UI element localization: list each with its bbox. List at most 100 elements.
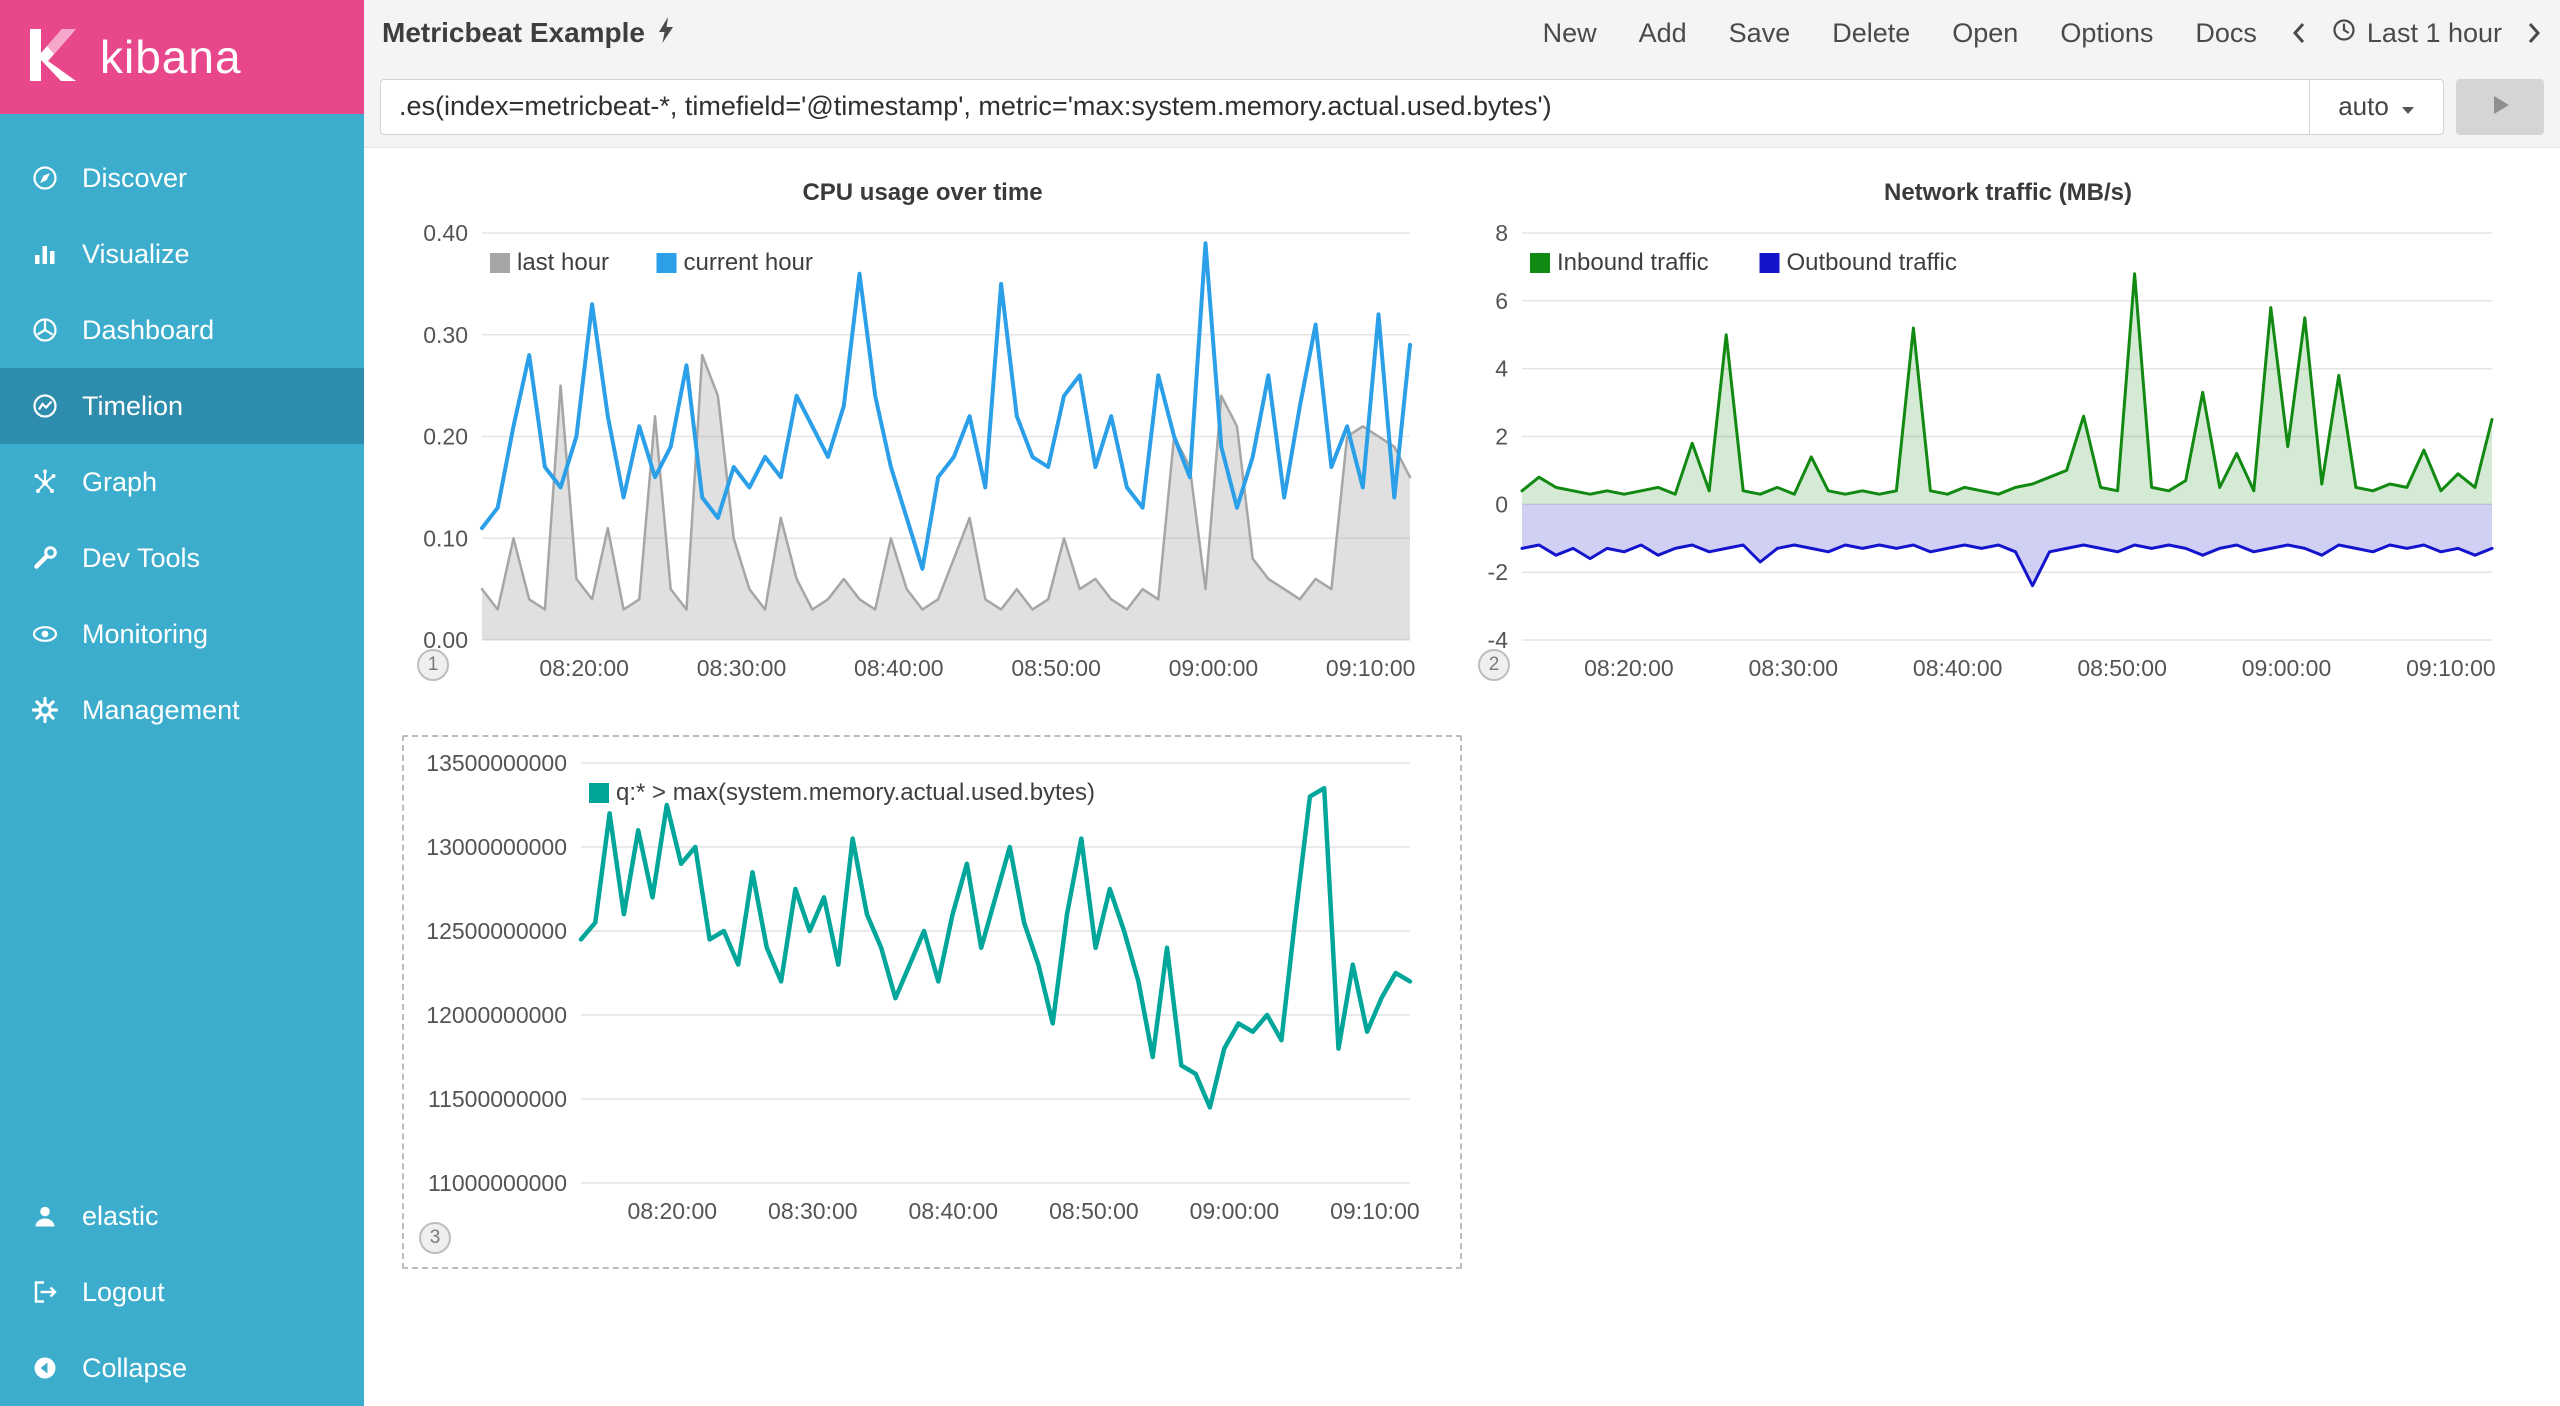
kibana-logo-mark-icon bbox=[14, 19, 86, 96]
svg-text:08:50:00: 08:50:00 bbox=[1049, 1198, 1139, 1224]
svg-text:12500000000: 12500000000 bbox=[426, 918, 567, 944]
memory-chart[interactable]: 11000000000 11500000000 12000000000 1250000… bbox=[408, 743, 1456, 1250]
sidebar-item-label: Timelion bbox=[82, 391, 183, 422]
topbar-menu: New Add Save Delete Open Options Docs bbox=[1543, 18, 2257, 49]
svg-text:6: 6 bbox=[1495, 288, 1508, 314]
run-query-button[interactable] bbox=[2456, 79, 2544, 135]
kibana-app: kibana Discover Visualize Dashboard Timelio… bbox=[0, 0, 2560, 1406]
svg-text:11500000000: 11500000000 bbox=[428, 1086, 567, 1112]
sidebar-item-timelion[interactable]: Timelion bbox=[0, 368, 364, 444]
svg-text:08:30:00: 08:30:00 bbox=[697, 655, 787, 681]
gear-icon bbox=[30, 695, 60, 725]
sidebar-item-user[interactable]: elastic bbox=[0, 1178, 364, 1254]
svg-text:09:00:00: 09:00:00 bbox=[1169, 655, 1259, 681]
network-traffic-plot: -4-20246808:20:0008:30:0008:40:0008:50:0… bbox=[1478, 210, 2538, 710]
svg-text:08:20:00: 08:20:00 bbox=[1584, 655, 1674, 681]
timelion-expression-input[interactable] bbox=[381, 80, 2309, 134]
cpu-usage-chart[interactable]: 0.000.100.200.300.4008:20:0008:30:0008:4… bbox=[380, 210, 1465, 715]
svg-text:08:50:00: 08:50:00 bbox=[1011, 655, 1101, 681]
svg-text:11000000000: 11000000000 bbox=[428, 1170, 567, 1196]
sidebar-item-label: Discover bbox=[82, 163, 187, 194]
dashboard-title: Metricbeat Example bbox=[382, 16, 675, 51]
legend-label: current hour bbox=[684, 249, 813, 276]
svg-text:09:00:00: 09:00:00 bbox=[1190, 1198, 1280, 1224]
network-traffic-chart[interactable]: -4-20246808:20:0008:30:0008:40:0008:50:0… bbox=[1478, 210, 2538, 715]
svg-text:08:30:00: 08:30:00 bbox=[1749, 655, 1839, 681]
svg-text:-2: -2 bbox=[1488, 559, 1508, 585]
interval-select[interactable]: auto bbox=[2309, 80, 2443, 134]
cpu-usage-plot: 0.000.100.200.300.4008:20:0008:30:0008:4… bbox=[380, 210, 1465, 710]
chevron-left-icon[interactable] bbox=[2287, 15, 2311, 51]
sidebar-item-label: Graph bbox=[82, 467, 157, 498]
graph-icon bbox=[30, 467, 60, 497]
clock-icon bbox=[2331, 17, 2357, 50]
sidebar-item-logout[interactable]: Logout bbox=[0, 1254, 364, 1330]
sidebar-item-label: Monitoring bbox=[82, 619, 208, 650]
sidebar-item-graph[interactable]: Graph bbox=[0, 444, 364, 520]
sidebar-item-dev-tools[interactable]: Dev Tools bbox=[0, 520, 364, 596]
sidebar-item-collapse[interactable]: Collapse bbox=[0, 1330, 364, 1406]
sidebar-item-label: Collapse bbox=[82, 1353, 187, 1384]
sidebar-item-dashboard[interactable]: Dashboard bbox=[0, 292, 364, 368]
time-picker[interactable]: Last 1 hour bbox=[2331, 17, 2502, 50]
wrench-icon bbox=[30, 543, 60, 573]
svg-text:12000000000: 12000000000 bbox=[426, 1002, 567, 1028]
chevron-right-icon[interactable] bbox=[2522, 15, 2546, 51]
sidebar-item-management[interactable]: Management bbox=[0, 672, 364, 748]
svg-text:13500000000: 13500000000 bbox=[426, 750, 567, 776]
svg-text:0: 0 bbox=[1495, 491, 1508, 517]
timelion-query-bar: auto bbox=[364, 66, 2560, 148]
query-input-wrap: auto bbox=[380, 79, 2444, 135]
legend-swatch bbox=[589, 783, 609, 803]
chart-title: Network traffic (MB/s) bbox=[1478, 176, 2538, 210]
svg-text:0.10: 0.10 bbox=[423, 525, 468, 551]
sidebar-item-label: Dashboard bbox=[82, 315, 214, 346]
caret-down-icon bbox=[2401, 91, 2415, 122]
menu-item-new[interactable]: New bbox=[1543, 18, 1597, 49]
memory-panel-selected[interactable]: 11000000000 11500000000 12000000000 1250000… bbox=[402, 735, 1462, 1269]
bolt-icon bbox=[657, 16, 675, 51]
panel-number-badge[interactable]: 1 bbox=[417, 649, 449, 681]
play-icon bbox=[2487, 92, 2513, 121]
line-q-max-system-memory-actual-used-bytes bbox=[581, 788, 1410, 1107]
sidebar-item-monitoring[interactable]: Monitoring bbox=[0, 596, 364, 672]
chart-title: CPU usage over time bbox=[380, 176, 1465, 210]
legend-swatch bbox=[490, 253, 510, 273]
sidebar-item-discover[interactable]: Discover bbox=[0, 140, 364, 216]
memory-plot: 11000000000 11500000000 12000000000 1250000… bbox=[408, 743, 1456, 1245]
line-current-hour bbox=[482, 243, 1410, 569]
panel-number-badge[interactable]: 2 bbox=[1478, 649, 1510, 681]
menu-item-docs[interactable]: Docs bbox=[2195, 18, 2257, 49]
legend-label: Inbound traffic bbox=[1557, 249, 1709, 276]
menu-item-delete[interactable]: Delete bbox=[1832, 18, 1910, 49]
sidebar-nav: Discover Visualize Dashboard Timelion Graph D… bbox=[0, 114, 364, 748]
sidebar-item-visualize[interactable]: Visualize bbox=[0, 216, 364, 292]
svg-text:0.20: 0.20 bbox=[423, 424, 468, 450]
menu-item-options[interactable]: Options bbox=[2060, 18, 2153, 49]
sidebar-item-label: Dev Tools bbox=[82, 543, 200, 574]
menu-item-save[interactable]: Save bbox=[1729, 18, 1791, 49]
menu-item-add[interactable]: Add bbox=[1639, 18, 1687, 49]
svg-text:08:40:00: 08:40:00 bbox=[1913, 655, 2003, 681]
legend-label: Outbound traffic bbox=[1787, 249, 1957, 276]
network-traffic-panel[interactable]: Network traffic (MB/s) -4-20246808:20:00… bbox=[1478, 176, 2538, 721]
svg-text:09:10:00: 09:10:00 bbox=[2406, 655, 2496, 681]
time-range-label: Last 1 hour bbox=[2367, 18, 2502, 49]
sidebar-item-label: Logout bbox=[82, 1277, 165, 1308]
panel-number-badge[interactable]: 3 bbox=[419, 1222, 451, 1254]
legend-label: q:* > max(system.memory.actual.used.byte… bbox=[616, 779, 1095, 806]
menu-item-open[interactable]: Open bbox=[1952, 18, 2018, 49]
topbar: Metricbeat Example New Add Save Delete Open O… bbox=[364, 0, 2560, 66]
area-outbound-traffic bbox=[1522, 504, 2492, 585]
dashboard-title-text: Metricbeat Example bbox=[382, 17, 645, 49]
sidebar-nav-bottom: elastic Logout Collapse bbox=[0, 1178, 364, 1406]
logout-icon bbox=[30, 1277, 60, 1307]
svg-text:8: 8 bbox=[1495, 220, 1508, 246]
legend-swatch bbox=[1530, 253, 1550, 273]
svg-text:0.30: 0.30 bbox=[423, 322, 468, 348]
sidebar-item-label: Visualize bbox=[82, 239, 190, 270]
kibana-logo[interactable]: kibana bbox=[0, 0, 364, 114]
svg-text:0.40: 0.40 bbox=[423, 220, 468, 246]
cpu-usage-panel[interactable]: CPU usage over time 0.000.100.200.300.40… bbox=[380, 176, 1465, 721]
svg-text:08:20:00: 08:20:00 bbox=[539, 655, 629, 681]
